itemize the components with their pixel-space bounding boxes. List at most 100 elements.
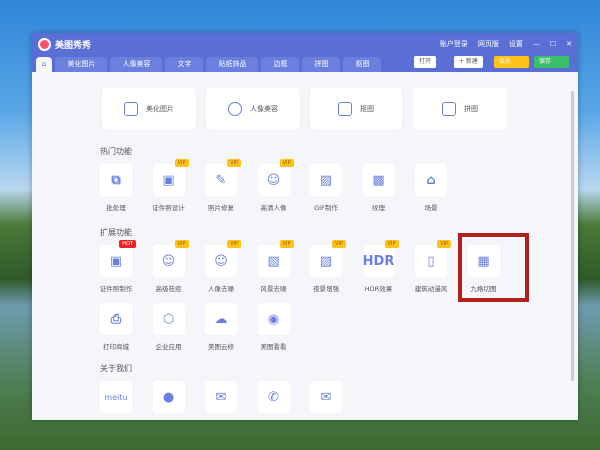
feature-item[interactable]: ⌂ 场景 bbox=[411, 164, 451, 212]
feature-icon: ▯ VIP bbox=[415, 240, 451, 277]
feature-item[interactable]: ▣ VIP 证件照设计 bbox=[149, 159, 189, 212]
feature-icon: ▣ HOT bbox=[100, 240, 136, 277]
tab[interactable]: 美化图片 bbox=[55, 57, 108, 72]
account-login[interactable]: 账户登录 bbox=[440, 39, 468, 49]
feature-item[interactable]: ▩ 纹理 bbox=[359, 164, 399, 212]
tab[interactable]: 抠图 bbox=[343, 57, 382, 72]
feature-label: 打印商城 bbox=[103, 343, 129, 351]
feature-item[interactable]: ⧉ 批处理 bbox=[96, 164, 136, 212]
highlight-box bbox=[458, 233, 529, 302]
feature-item[interactable]: ▧ VIP 风景去噪 bbox=[254, 240, 294, 293]
card-label: 拼图 bbox=[464, 105, 478, 113]
feature-label: 建筑动漫风 bbox=[414, 285, 448, 293]
badge: VIP bbox=[332, 240, 346, 248]
feature-item[interactable]: ⎙ 打印商城 bbox=[96, 303, 136, 351]
feature-icon: ▨ VIP bbox=[310, 240, 346, 277]
collage-icon bbox=[442, 102, 456, 116]
feature-icon: ⬡ bbox=[152, 303, 185, 335]
feature-item[interactable]: ☺ VIP 高清人像 bbox=[254, 159, 294, 212]
feature-icon: ▩ bbox=[362, 164, 395, 196]
badge: VIP bbox=[279, 159, 294, 167]
section-hot: 热门功能 bbox=[100, 147, 132, 156]
section-about: 关于我们 bbox=[100, 364, 132, 373]
feature-label: HDR效果 bbox=[364, 285, 393, 293]
vip-button[interactable]: 会员 bbox=[494, 56, 529, 68]
settings[interactable]: 设置 bbox=[509, 39, 523, 49]
app-window: 美图秀秀 账户登录 网页版 设置 — ☐ ✕ ⌂ 美化图片 人像美容 文字 贴纸… bbox=[32, 33, 578, 420]
feature-item[interactable]: ▨ GIF制作 bbox=[306, 164, 346, 212]
feature-label: 场景 bbox=[424, 204, 438, 212]
tab[interactable]: 人像美容 bbox=[110, 57, 163, 72]
feature-label: 证件照设计 bbox=[152, 204, 185, 212]
feature-label: 企业应用 bbox=[155, 343, 182, 351]
face-icon bbox=[228, 102, 242, 116]
feature-item[interactable]: ▯ VIP 建筑动漫风 bbox=[411, 240, 451, 293]
scrollbar[interactable] bbox=[571, 91, 574, 381]
new-button[interactable]: + 新建 bbox=[454, 56, 483, 68]
save-button[interactable]: 保存 bbox=[534, 56, 569, 68]
web-version[interactable]: 网页版 bbox=[478, 39, 499, 49]
feature-icon: ✉ bbox=[205, 381, 237, 413]
title-bar: 美图秀秀 账户登录 网页版 设置 — ☐ ✕ bbox=[32, 33, 578, 55]
badge: VIP bbox=[174, 159, 189, 167]
feature-icon: ☺ VIP bbox=[152, 240, 189, 277]
feature-icon: ◉ bbox=[257, 303, 290, 335]
feature-icon: HDR VIP bbox=[362, 240, 399, 277]
feature-item[interactable]: ◉ 美图看看 bbox=[254, 303, 294, 351]
feature-item[interactable]: ✉ bbox=[306, 381, 346, 413]
tab-home[interactable]: ⌂ bbox=[36, 57, 53, 72]
feature-item[interactable]: HDR VIP HDR效果 bbox=[359, 240, 399, 293]
feature-icon: ● bbox=[152, 381, 185, 413]
feature-item[interactable]: ✉ bbox=[201, 381, 241, 413]
feature-label: 高清人像 bbox=[260, 204, 287, 212]
feature-label: 证件照制作 bbox=[99, 285, 133, 293]
open-button[interactable]: 打开 bbox=[414, 56, 437, 68]
feature-label: 照片修复 bbox=[208, 204, 234, 212]
badge: VIP bbox=[174, 240, 189, 248]
feature-label: 高级祛痘 bbox=[155, 285, 182, 293]
feature-item[interactable]: ▣ HOT 证件照制作 bbox=[96, 240, 136, 293]
feature-item[interactable]: ☺ VIP 人像去噪 bbox=[201, 240, 241, 293]
card-label: 抠图 bbox=[360, 105, 374, 113]
feature-label: 美图云修 bbox=[208, 343, 234, 351]
section-ext: 扩展功能 bbox=[100, 228, 132, 237]
logo-icon bbox=[38, 37, 51, 51]
feature-item[interactable]: ☁ 美图云修 bbox=[201, 303, 241, 351]
card-beautify[interactable]: 美化图片 bbox=[102, 88, 196, 130]
badge: VIP bbox=[279, 240, 294, 248]
feature-icon: ▧ VIP bbox=[257, 240, 294, 277]
tab[interactable]: 拼图 bbox=[302, 57, 341, 72]
feature-icon: ⎙ bbox=[100, 303, 132, 335]
feature-item[interactable]: ☺ VIP 高级祛痘 bbox=[149, 240, 189, 293]
maximize-button[interactable]: ☐ bbox=[550, 40, 556, 48]
feature-icon: ⌂ bbox=[415, 164, 447, 196]
feature-item[interactable]: ▨ VIP 夜景增强 bbox=[306, 240, 346, 293]
card-collage[interactable]: 拼图 bbox=[413, 88, 507, 130]
feature-icon: ▣ VIP bbox=[152, 159, 189, 196]
feature-label: 夜景增强 bbox=[313, 285, 339, 293]
tab[interactable]: 文字 bbox=[165, 57, 204, 72]
feature-item[interactable]: meitu bbox=[96, 381, 136, 413]
feature-icon: ▨ bbox=[310, 164, 342, 196]
feature-label: 批处理 bbox=[106, 204, 126, 212]
card-cutout[interactable]: 抠图 bbox=[310, 88, 402, 130]
feature-item[interactable]: ✎ VIP 照片修复 bbox=[201, 159, 241, 212]
tab[interactable]: 边框 bbox=[261, 57, 300, 72]
feature-label: GIF制作 bbox=[314, 204, 338, 212]
badge: VIP bbox=[437, 240, 451, 248]
feature-icon: ✎ VIP bbox=[205, 159, 241, 196]
badge: VIP bbox=[384, 240, 399, 248]
feature-item[interactable]: ✆ bbox=[254, 381, 294, 413]
card-portrait[interactable]: 人像美容 bbox=[206, 88, 300, 130]
minimize-button[interactable]: — bbox=[533, 40, 540, 48]
close-button[interactable]: ✕ bbox=[566, 40, 572, 48]
tab[interactable]: 贴纸饰品 bbox=[206, 57, 259, 72]
feature-icon: meitu bbox=[100, 381, 132, 413]
feature-icon: ✆ bbox=[257, 381, 290, 413]
feature-item[interactable]: ⬡ 企业应用 bbox=[149, 303, 189, 351]
app-title: 美图秀秀 bbox=[55, 40, 92, 51]
feature-icon: ☺ VIP bbox=[205, 240, 241, 277]
image-icon bbox=[124, 102, 138, 116]
feature-item[interactable]: ● bbox=[149, 381, 189, 413]
feature-label: 风景去噪 bbox=[260, 285, 287, 293]
